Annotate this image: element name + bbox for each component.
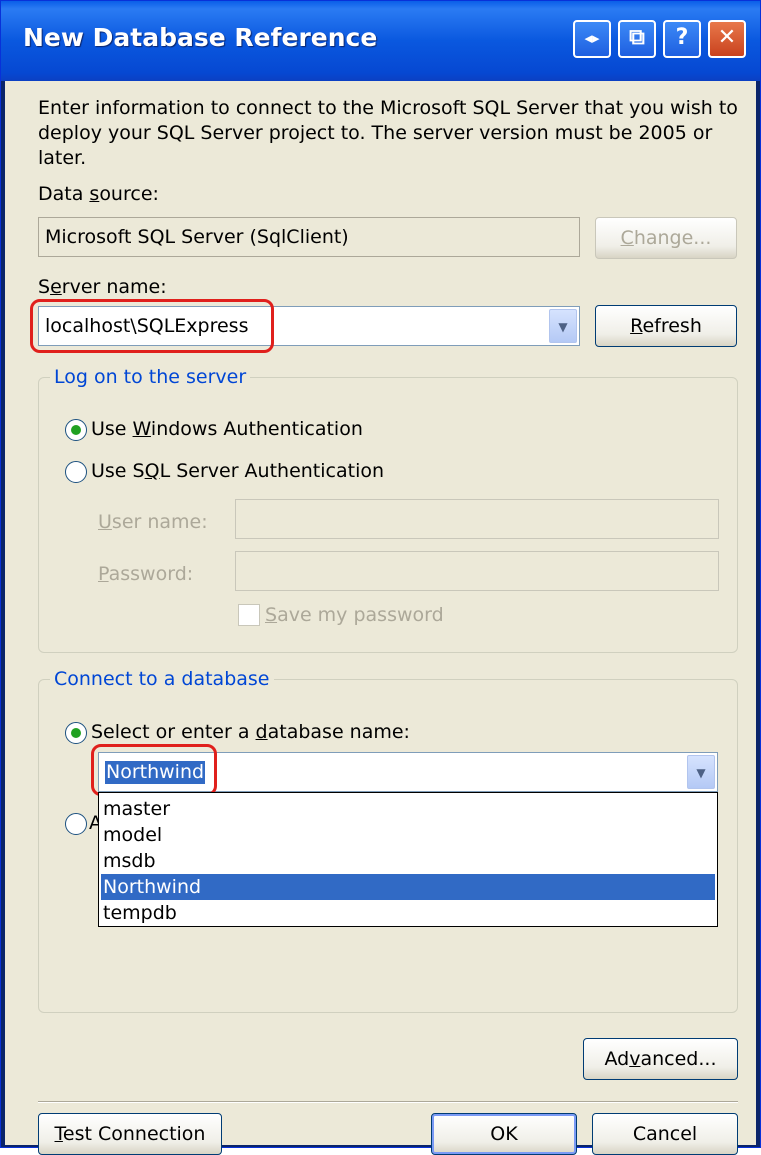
server-name-label: Server name:: [38, 276, 167, 298]
dialog-window: New Database Reference ◂▸ ⧉ ? ✕ Enter in…: [0, 0, 761, 1155]
user-name-label: User name:: [98, 511, 208, 533]
windows-auth-radio[interactable]: [65, 419, 87, 441]
title-bar[interactable]: New Database Reference ◂▸ ⧉ ? ✕: [1, 1, 760, 81]
close-button[interactable]: ✕: [708, 20, 746, 58]
list-item[interactable]: msdb: [101, 848, 715, 874]
help-button[interactable]: ?: [663, 20, 701, 58]
intro-text: Enter information to connect to the Micr…: [38, 97, 738, 169]
list-item[interactable]: tempdb: [101, 900, 715, 926]
dialog-title: New Database Reference: [23, 23, 378, 52]
list-item-selected[interactable]: Northwind: [101, 874, 715, 900]
database-dropdown-list[interactable]: master model msdb Northwind tempdb: [98, 792, 718, 927]
database-name-highlight: [91, 744, 217, 796]
data-source-label: Data source:: [38, 183, 159, 205]
dialog-body: Enter information to connect to the Micr…: [5, 81, 756, 1145]
data-source-field: Microsoft SQL Server (SqlClient): [38, 217, 580, 257]
separator: [38, 1101, 738, 1103]
database-group-label: Connect to a database: [50, 668, 274, 691]
save-password-label[interactable]: Save my password: [265, 604, 444, 627]
attach-database-radio[interactable]: [65, 813, 87, 835]
chevron-down-icon[interactable]: ▼: [549, 309, 577, 343]
refresh-button[interactable]: Refresh: [595, 305, 737, 347]
password-input[interactable]: [235, 551, 719, 591]
password-label: Password:: [98, 563, 194, 585]
select-database-radio[interactable]: [65, 722, 87, 744]
test-connection-button[interactable]: Test Connection: [38, 1113, 222, 1155]
restore-icon[interactable]: ⧉: [618, 20, 656, 58]
logon-group-label: Log on to the server: [50, 366, 251, 389]
sql-auth-radio[interactable]: [65, 461, 87, 483]
cancel-button[interactable]: Cancel: [592, 1113, 738, 1155]
select-database-label[interactable]: Select or enter a database name:: [91, 721, 410, 744]
change-button: Change...: [595, 217, 737, 259]
list-item[interactable]: master: [101, 796, 715, 822]
server-name-highlight: [30, 299, 274, 353]
ok-button[interactable]: OK: [431, 1113, 577, 1155]
windows-auth-label[interactable]: Use Windows Authentication: [91, 418, 363, 441]
user-name-input[interactable]: [235, 499, 719, 539]
list-item[interactable]: model: [101, 822, 715, 848]
resize-icon[interactable]: ◂▸: [573, 20, 611, 58]
advanced-button[interactable]: Advanced...: [583, 1038, 738, 1080]
chevron-down-icon[interactable]: ▼: [687, 755, 715, 789]
sql-auth-label[interactable]: Use SQL Server Authentication: [91, 460, 384, 483]
save-password-checkbox[interactable]: [238, 604, 260, 626]
